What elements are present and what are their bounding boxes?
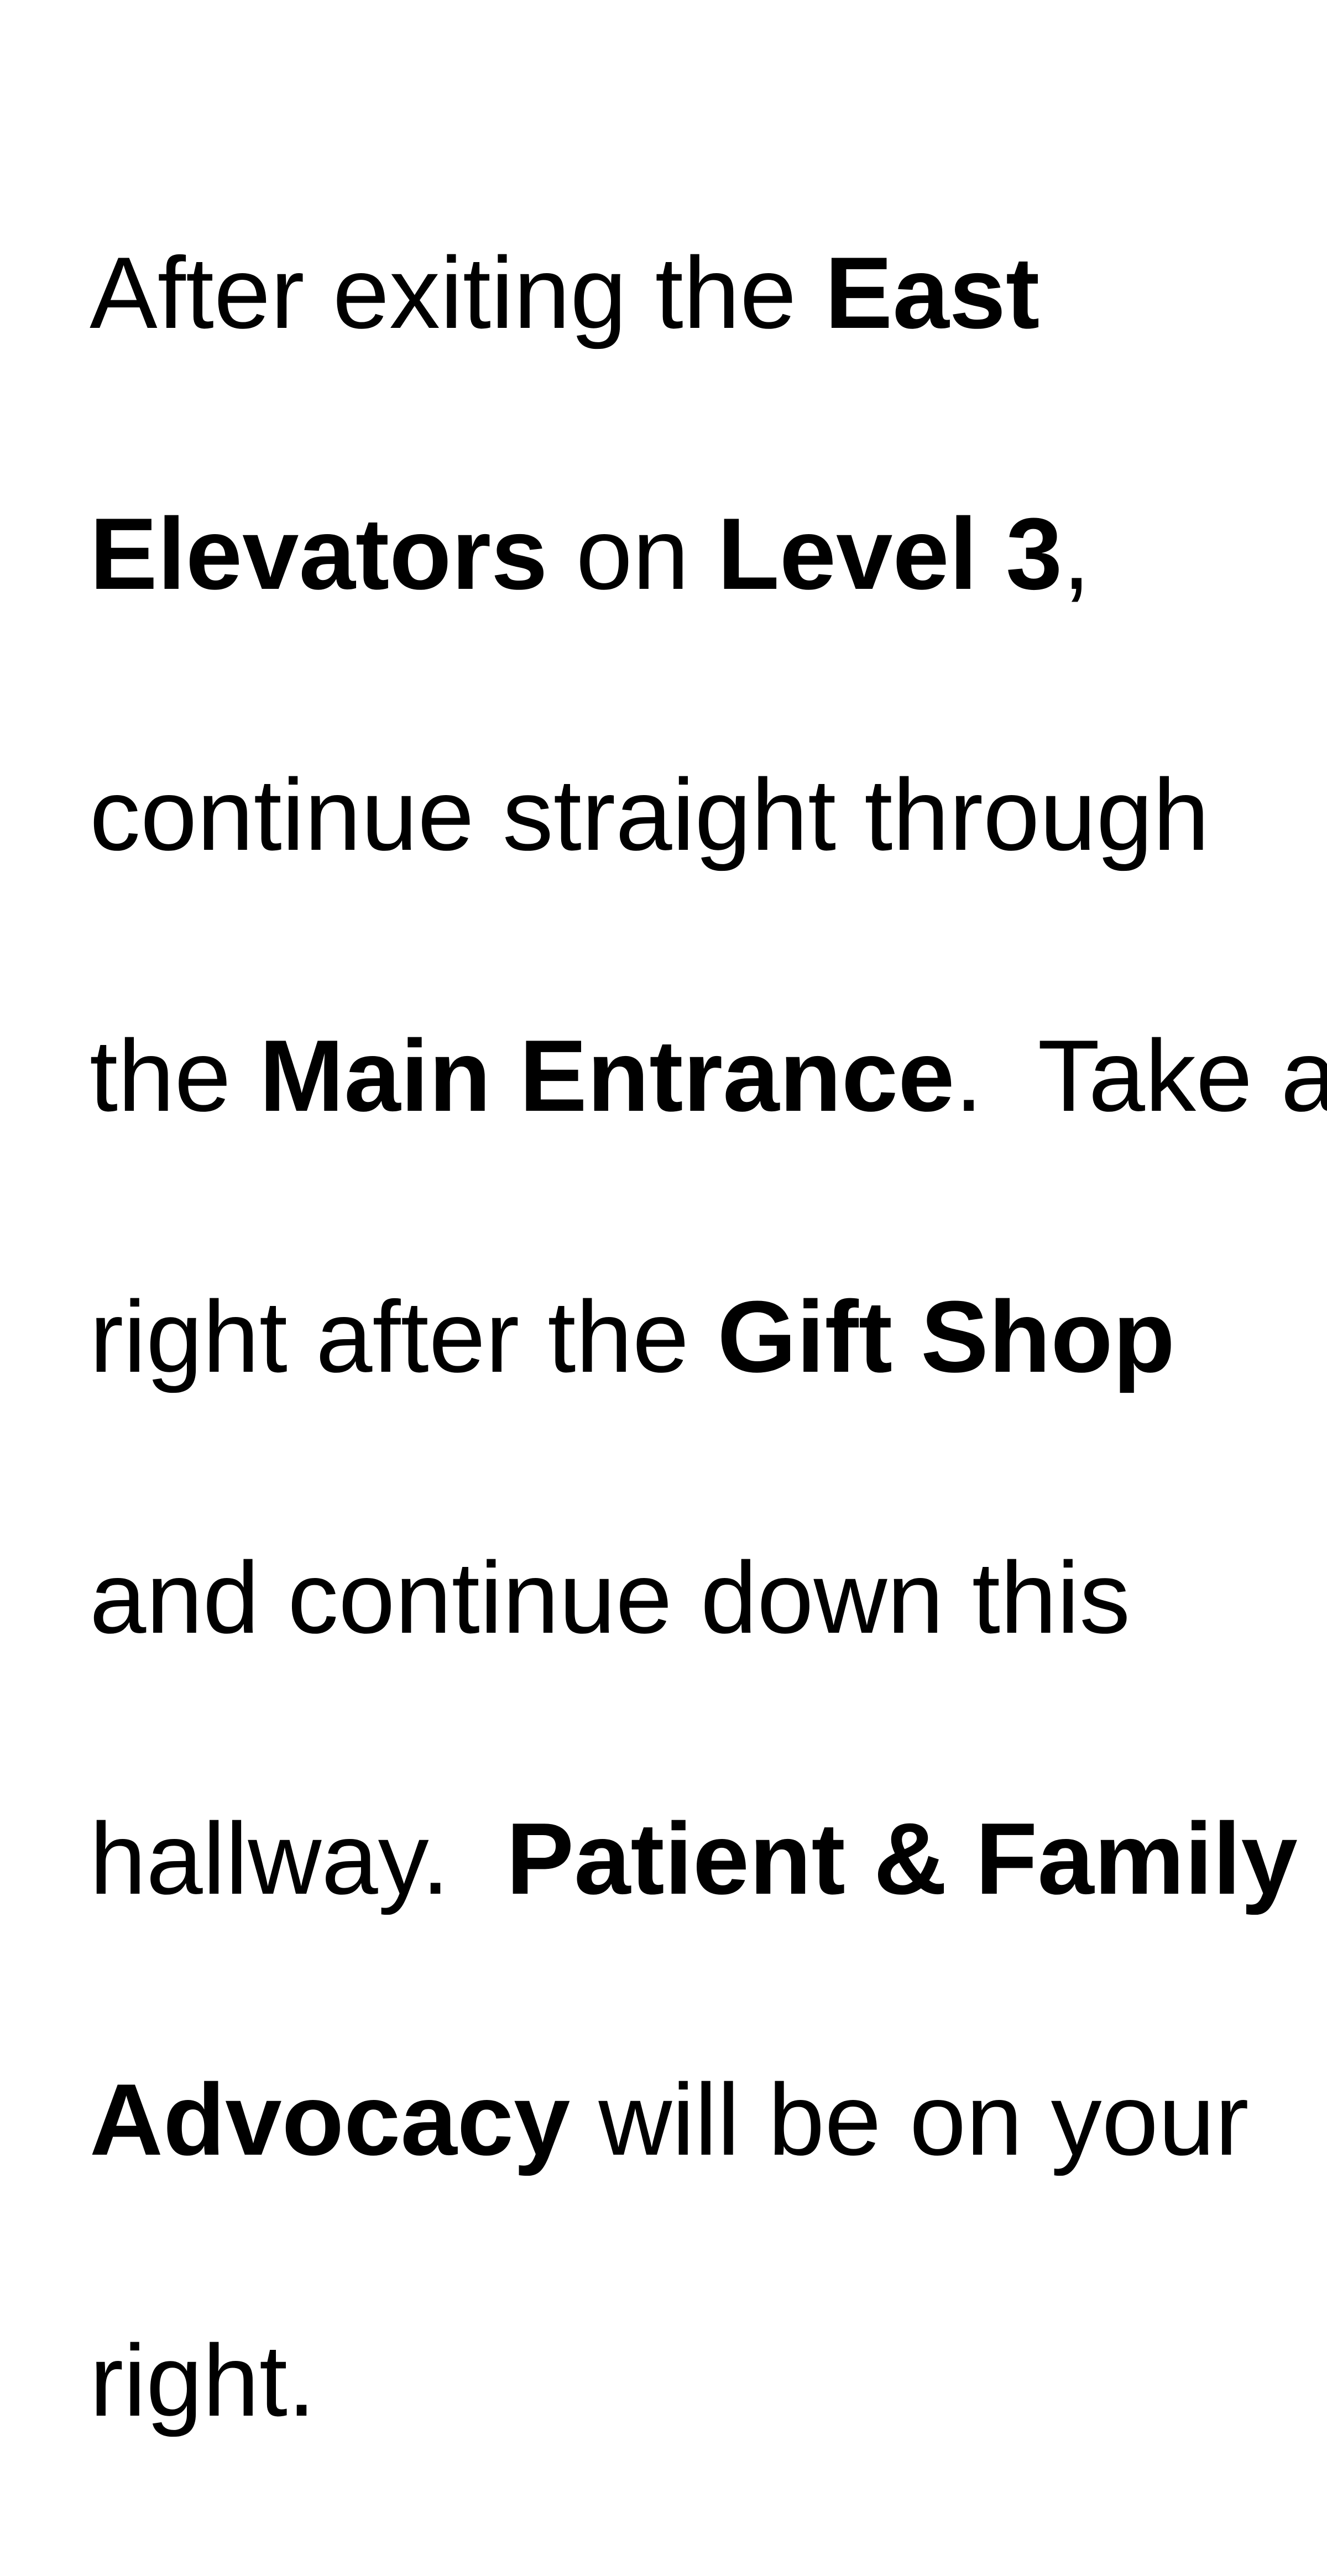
- text-line-2: Elevators on Level 3,: [90, 488, 1251, 619]
- text-run: ,: [1062, 497, 1091, 610]
- text-run: and continue down this: [90, 1540, 1131, 1654]
- text-line-4: the Main Entrance. Take a: [90, 1010, 1327, 1141]
- text-line-8: Advocacy will be on your: [90, 2054, 1251, 2185]
- text-line-6: and continue down this: [90, 1532, 1251, 1663]
- directions-text: After exiting the East Elevators on Leve…: [90, 97, 1327, 2576]
- text-line-1: After exiting the East: [90, 227, 1251, 358]
- text-run-bold: Level 3: [717, 497, 1063, 610]
- text-run-bold: East: [824, 236, 1040, 349]
- text-run: hallway.: [90, 1801, 506, 1915]
- text-run-bold: Elevators: [90, 497, 548, 610]
- text-run: . Take a: [954, 1018, 1327, 1132]
- text-line-3: continue straight through: [90, 749, 1251, 880]
- text-line-7: hallway. Patient & Family: [90, 1793, 1298, 1924]
- text-run: will be on your: [570, 2062, 1249, 2176]
- text-run: the: [90, 1018, 259, 1132]
- text-run-bold: Advocacy: [90, 2062, 571, 2176]
- text-run: right after the: [90, 1279, 718, 1393]
- text-run-bold: Gift Shop: [717, 1279, 1176, 1393]
- text-run: continue straight through: [90, 757, 1210, 871]
- text-line-9: right.: [90, 2315, 1251, 2446]
- text-line-5: right after the Gift Shop: [90, 1271, 1251, 1402]
- text-run: After exiting the: [90, 236, 825, 349]
- text-run: right.: [90, 2323, 316, 2437]
- text-run-bold: Patient & Family: [506, 1801, 1298, 1915]
- text-run: on: [547, 497, 718, 610]
- text-run-bold: Main Entrance: [259, 1018, 955, 1132]
